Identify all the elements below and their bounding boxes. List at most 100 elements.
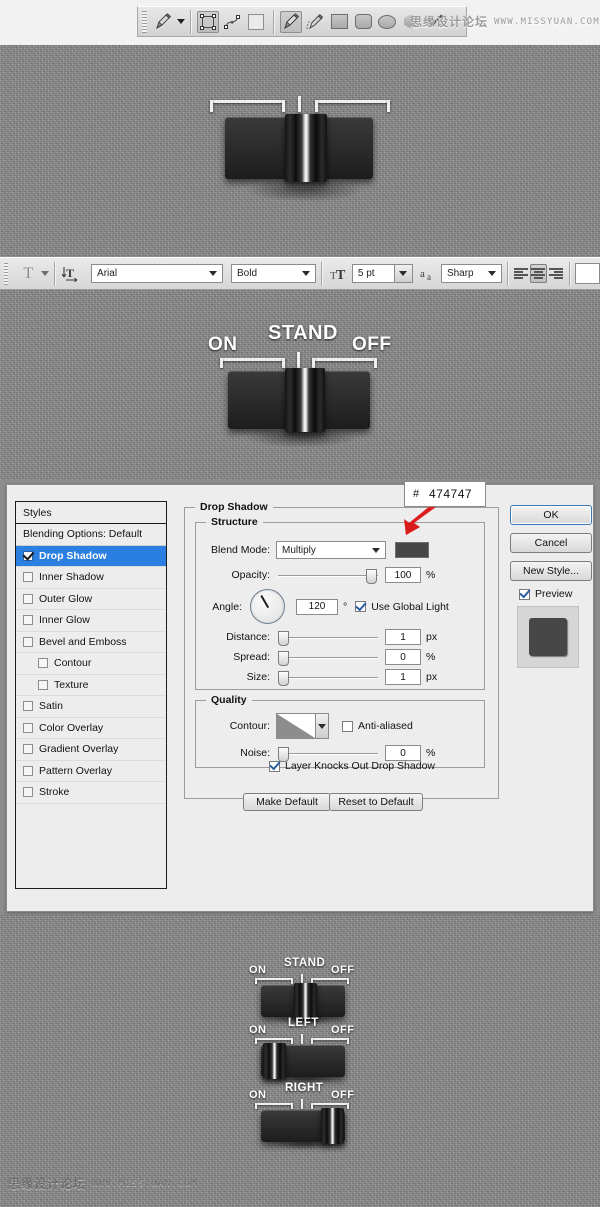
make-default-button[interactable]: Make Default bbox=[243, 793, 331, 811]
anti-aliased-checkbox[interactable] bbox=[342, 720, 353, 732]
style-row-color-overlay[interactable]: Color Overlay bbox=[16, 718, 166, 739]
pen-tool-icon[interactable] bbox=[152, 11, 174, 33]
use-global-light-checkbox[interactable] bbox=[355, 601, 367, 612]
size-input[interactable]: 1 bbox=[385, 669, 421, 685]
type-toolbar-gripper[interactable] bbox=[4, 262, 9, 285]
noise-slider[interactable] bbox=[278, 746, 378, 762]
align-right-button[interactable] bbox=[547, 264, 564, 283]
font-family-select[interactable]: Arial bbox=[91, 264, 223, 283]
rectangle-icon[interactable] bbox=[328, 11, 350, 33]
toolbar-gripper[interactable] bbox=[142, 10, 147, 33]
drop-shadow-group-title: Drop Shadow bbox=[195, 501, 273, 513]
align-left-button[interactable] bbox=[513, 264, 530, 283]
paths-icon[interactable] bbox=[221, 11, 243, 33]
style-checkbox[interactable] bbox=[23, 722, 33, 733]
style-row-pattern-overlay[interactable]: Pattern Overlay bbox=[16, 761, 166, 782]
chevron-down-icon[interactable] bbox=[369, 542, 383, 558]
font-size-icon[interactable]: T T bbox=[328, 263, 348, 285]
style-checkbox[interactable] bbox=[23, 615, 33, 626]
style-row-inner-shadow[interactable]: Inner Shadow bbox=[16, 567, 166, 589]
style-row-inner-glow[interactable]: Inner Glow bbox=[16, 610, 166, 632]
new-style-button[interactable]: New Style... bbox=[510, 561, 592, 581]
preview-row[interactable]: Preview bbox=[519, 588, 572, 600]
switch-knob[interactable] bbox=[263, 1043, 286, 1079]
style-checkbox[interactable] bbox=[23, 765, 33, 776]
blend-mode-select[interactable]: Multiply bbox=[276, 541, 386, 559]
chevron-down-icon[interactable] bbox=[206, 265, 220, 282]
layer-knocks-out-checkbox[interactable] bbox=[269, 760, 280, 772]
spread-slider[interactable] bbox=[278, 650, 378, 666]
style-row-drop-shadow[interactable]: Drop Shadow bbox=[16, 545, 166, 567]
style-label: Blending Options: Default bbox=[23, 528, 143, 541]
chevron-down-icon-3[interactable] bbox=[485, 265, 499, 282]
rounded-rectangle-icon[interactable] bbox=[352, 11, 374, 33]
style-row-outer-glow[interactable]: Outer Glow bbox=[16, 589, 166, 610]
preview-checkbox[interactable] bbox=[519, 588, 530, 600]
style-checkbox[interactable] bbox=[38, 679, 48, 690]
toggle-switch-stand[interactable]: ON STAND OFF bbox=[200, 318, 400, 448]
toggle-switch-right[interactable]: ON RIGHT OFF bbox=[243, 1075, 363, 1150]
style-row-contour[interactable]: Contour bbox=[16, 653, 166, 675]
style-label: Pattern Overlay bbox=[39, 764, 112, 777]
style-label: Stroke bbox=[39, 786, 70, 799]
tick-center bbox=[301, 1099, 303, 1109]
style-row-gradient-overlay[interactable]: Gradient Overlay bbox=[16, 739, 166, 761]
style-row-bevel-and-emboss[interactable]: Bevel and Emboss bbox=[16, 632, 166, 653]
toggle-switch-plain[interactable] bbox=[205, 96, 395, 210]
ok-button[interactable]: OK bbox=[510, 505, 592, 525]
angle-input[interactable]: 120 bbox=[296, 598, 338, 615]
caret-down-icon[interactable] bbox=[177, 19, 185, 24]
style-checkbox[interactable] bbox=[23, 744, 33, 755]
opacity-slider[interactable] bbox=[278, 568, 378, 584]
spread-input[interactable]: 0 bbox=[385, 649, 421, 665]
contour-preview[interactable] bbox=[276, 713, 316, 739]
style-checkbox[interactable] bbox=[23, 550, 33, 561]
font-size-dropdown-button[interactable] bbox=[393, 265, 412, 282]
type-tool-icon[interactable]: T bbox=[18, 263, 38, 285]
style-row-satin[interactable]: Satin bbox=[16, 696, 166, 718]
size-slider[interactable] bbox=[278, 670, 378, 686]
style-checkbox[interactable] bbox=[23, 636, 33, 647]
shape-layers-icon[interactable] bbox=[197, 10, 219, 33]
style-checkbox[interactable] bbox=[23, 593, 33, 604]
switch-label-center: RIGHT bbox=[285, 1082, 324, 1094]
ellipse-icon[interactable] bbox=[376, 11, 398, 33]
layer-knocks-out-row[interactable]: Layer Knocks Out Drop Shadow bbox=[269, 760, 435, 772]
watermark-top: 思缘设计论坛 WWW.MISSYUAN.COM bbox=[410, 13, 600, 30]
contour-dropdown-button[interactable] bbox=[316, 713, 329, 739]
style-row-texture[interactable]: Texture bbox=[16, 675, 166, 696]
switch-knob[interactable] bbox=[285, 114, 327, 182]
font-style-select[interactable]: Bold bbox=[231, 264, 316, 283]
fill-pixels-icon[interactable] bbox=[245, 11, 267, 33]
noise-input[interactable]: 0 bbox=[385, 745, 421, 761]
align-center-button[interactable] bbox=[529, 264, 548, 283]
font-size-input[interactable]: 5 pt bbox=[351, 264, 413, 283]
angle-dial[interactable] bbox=[250, 589, 285, 624]
shadow-color-swatch[interactable] bbox=[395, 542, 429, 558]
text-color-swatch[interactable] bbox=[574, 263, 600, 284]
opacity-input[interactable]: 100 bbox=[385, 567, 421, 583]
switch-knob[interactable] bbox=[285, 368, 325, 432]
chevron-down-icon-2[interactable] bbox=[299, 265, 313, 282]
style-checkbox[interactable] bbox=[23, 572, 33, 583]
cancel-button[interactable]: Cancel bbox=[510, 533, 592, 553]
pen-mode-icon[interactable] bbox=[280, 10, 302, 33]
toggle-switch-left[interactable]: ON LEFT OFF bbox=[243, 1010, 363, 1085]
distance-input[interactable]: 1 bbox=[385, 629, 421, 645]
switch-knob[interactable] bbox=[321, 1108, 344, 1144]
switch-label-on: ON bbox=[249, 1024, 267, 1036]
freeform-pen-icon[interactable] bbox=[304, 11, 326, 33]
style-checkbox[interactable] bbox=[23, 787, 33, 798]
type-tool-caret-icon[interactable] bbox=[41, 271, 50, 276]
tick-right-stem bbox=[311, 1103, 313, 1109]
hex-color-callout[interactable]: # 474747 bbox=[404, 481, 486, 507]
hex-value-input[interactable]: 474747 bbox=[427, 487, 485, 501]
anti-alias-select[interactable]: Sharp bbox=[440, 264, 502, 283]
style-checkbox[interactable] bbox=[23, 701, 33, 712]
style-checkbox[interactable] bbox=[38, 658, 48, 669]
style-row-stroke[interactable]: Stroke bbox=[16, 782, 166, 804]
text-orientation-icon[interactable]: T bbox=[61, 263, 81, 285]
reset-to-default-button[interactable]: Reset to Default bbox=[329, 793, 423, 811]
distance-slider[interactable] bbox=[278, 630, 378, 646]
style-row-blending-options[interactable]: Blending Options: Default bbox=[16, 524, 166, 546]
